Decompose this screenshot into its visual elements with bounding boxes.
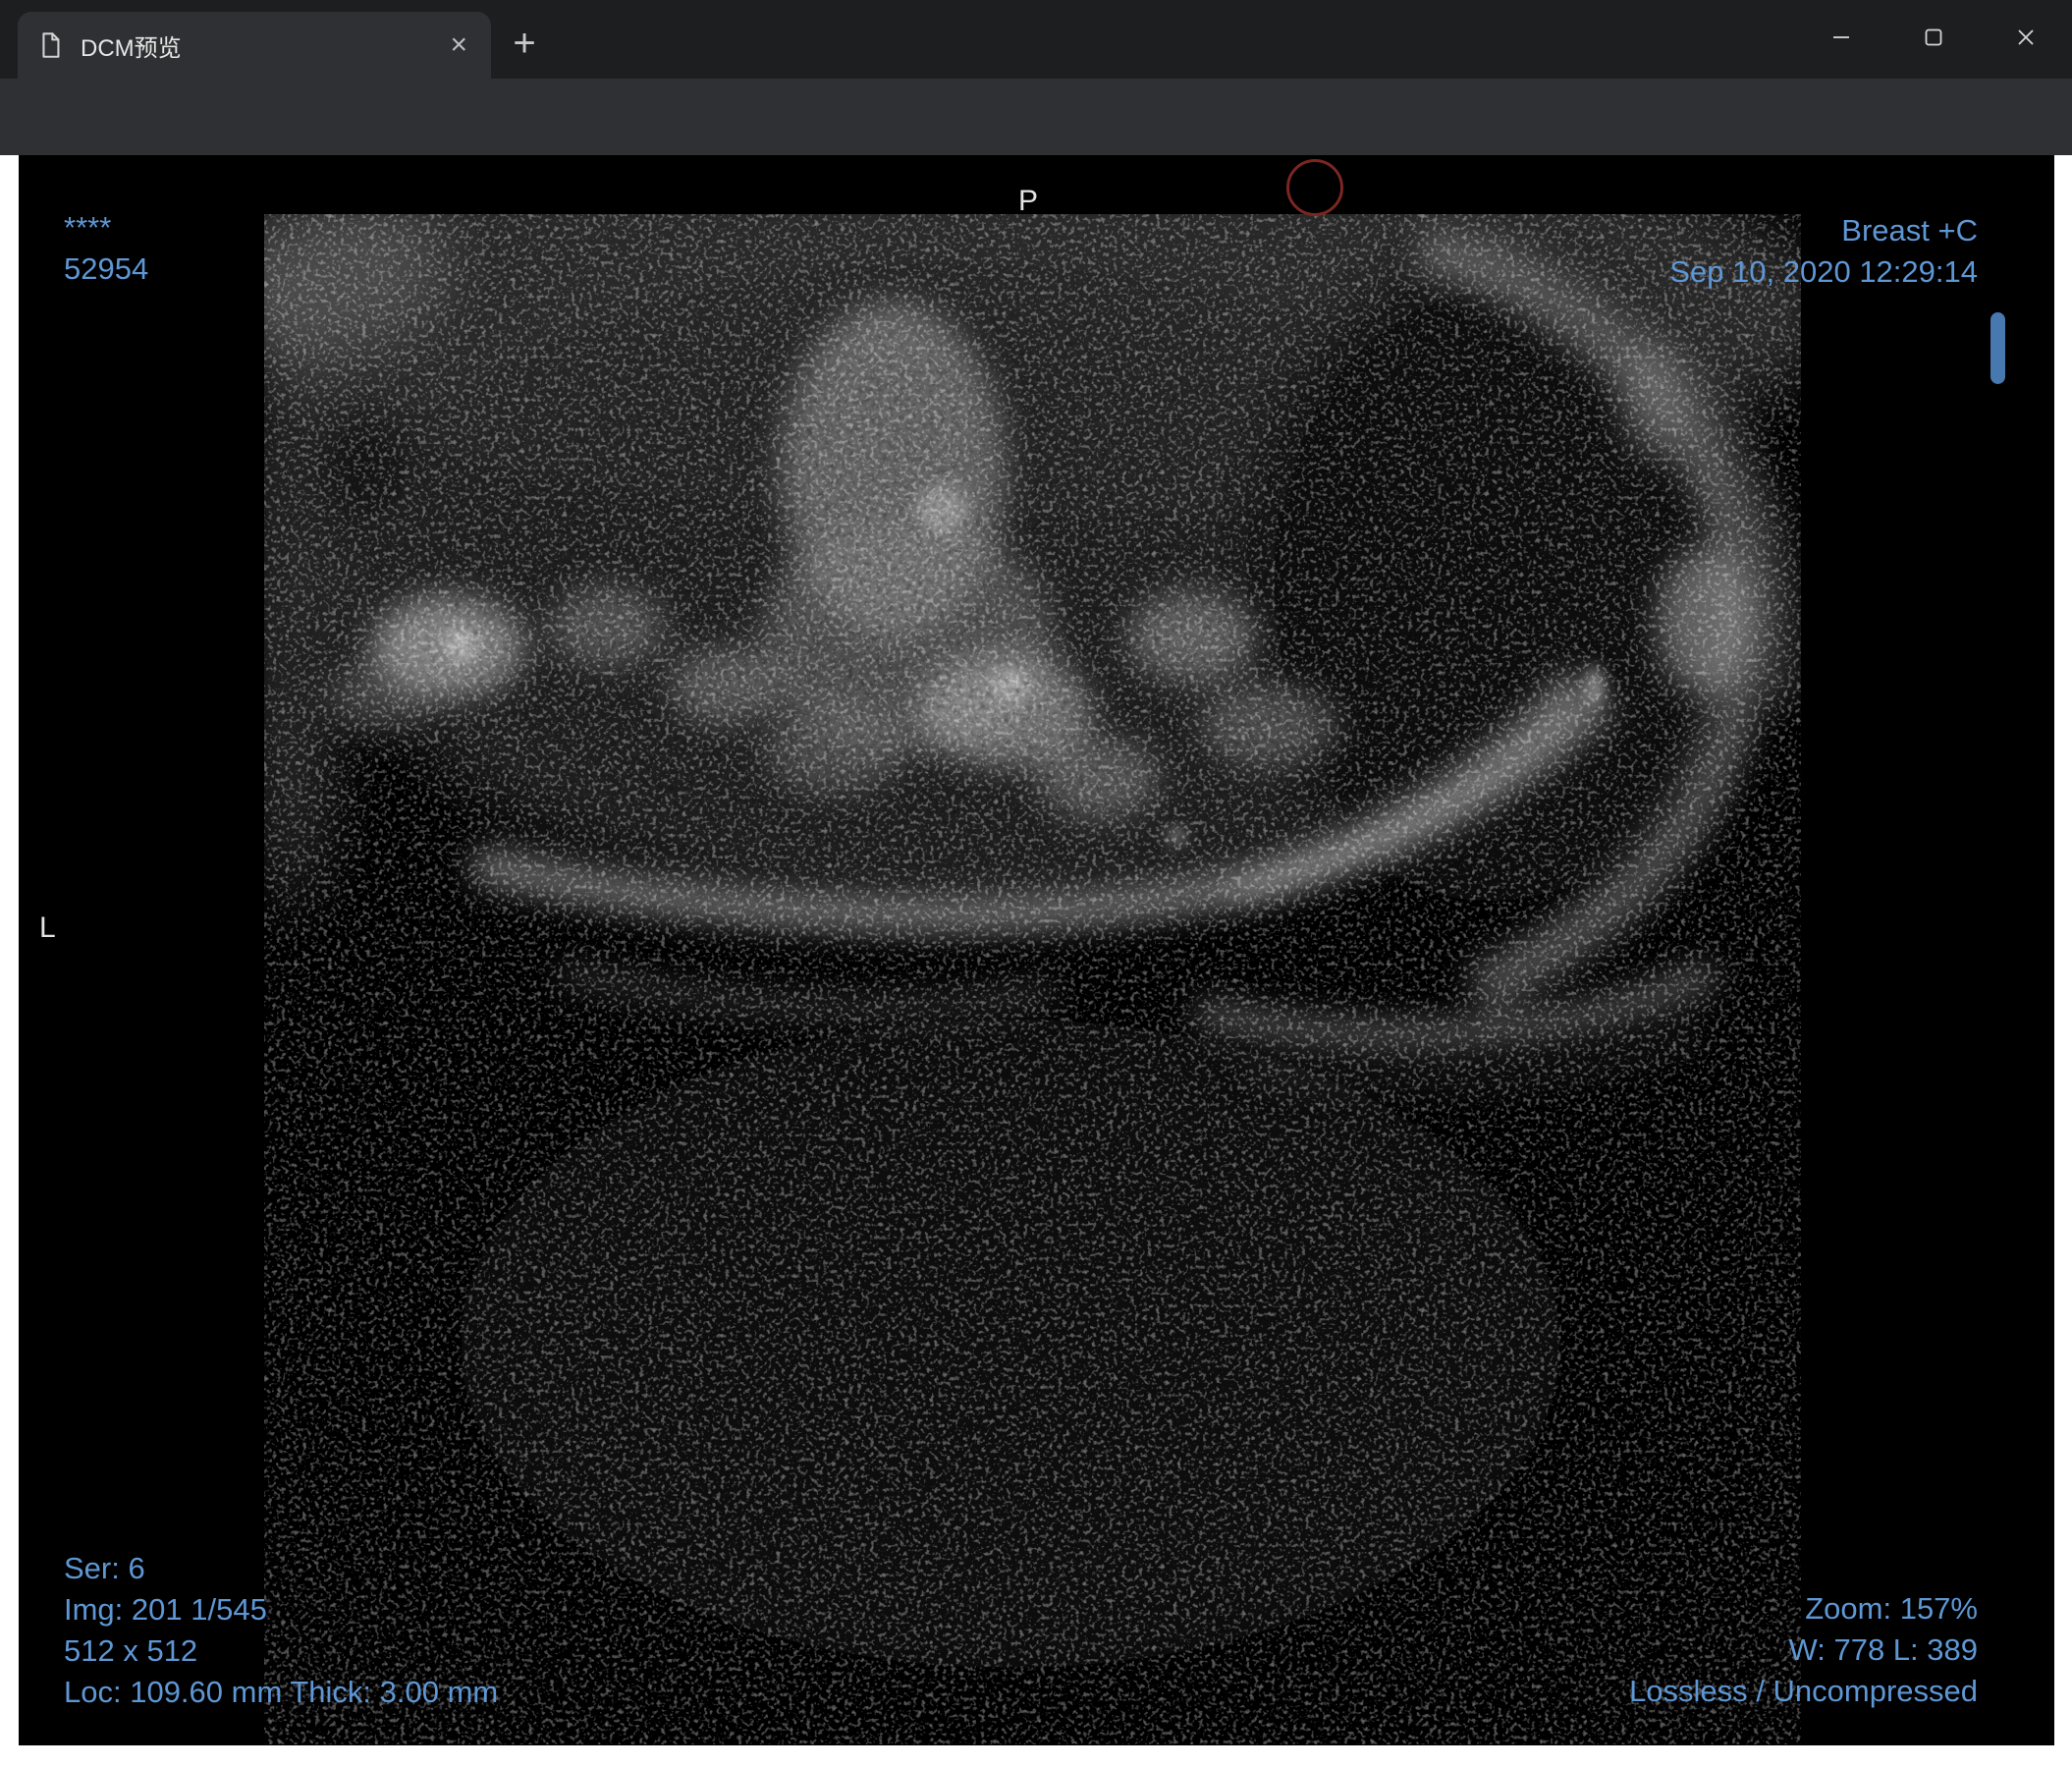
new-tab-button[interactable]: +: [499, 18, 550, 69]
dicom-viewer-canvas[interactable]: **** 52954 Breast +C Sep 10, 2020 12:29:14…: [19, 155, 2054, 1745]
series-info-overlay: Ser: 6 Img: 201 1/545 512 x 512 Loc: 109.60…: [64, 1548, 498, 1713]
window-level: W: 778 L: 389: [1788, 1632, 1978, 1667]
tab-title: DCM预览: [81, 34, 182, 62]
minimize-icon: [1833, 36, 1849, 38]
patient-number: 52954: [64, 251, 149, 286]
image-number: Img: 201 1/545: [64, 1592, 267, 1627]
patient-info-overlay: **** 52954: [64, 207, 148, 290]
zoom-level: Zoom: 157%: [1805, 1591, 1978, 1626]
maximize-icon: [1925, 28, 1942, 46]
web-page: **** 52954 Breast +C Sep 10, 2020 12:29:14…: [0, 155, 2072, 1768]
compression-info: Lossless / Uncompressed: [1629, 1674, 1978, 1708]
image-matrix: 512 x 512: [64, 1633, 198, 1668]
orientation-marker-left: L: [39, 912, 56, 944]
series-number: Ser: 6: [64, 1551, 145, 1585]
study-datetime: Sep 10, 2020 12:29:14: [1669, 254, 1978, 289]
tab-strip: DCM预览 × +: [0, 0, 2072, 79]
tab-close-icon[interactable]: ×: [444, 30, 473, 60]
minimize-button[interactable]: [1795, 0, 1887, 75]
window-controls: [1795, 0, 2072, 75]
mri-image: [264, 214, 1801, 1744]
close-icon: [2018, 29, 2034, 45]
viewer-scrollbar-thumb[interactable]: [1990, 312, 2005, 384]
maximize-button[interactable]: [1887, 0, 1980, 75]
display-info-overlay: Zoom: 157% W: 778 L: 389 Lossless / Uncomp…: [1629, 1588, 1978, 1712]
page-icon: [42, 32, 60, 58]
mri-speckle-layer: [264, 214, 1801, 1744]
orientation-marker-posterior: P: [1018, 185, 1039, 217]
slice-location: Loc: 109.60 mm Thick: 3.00 mm: [64, 1675, 499, 1709]
study-description: Breast +C: [1841, 213, 1978, 248]
study-info-overlay: Breast +C Sep 10, 2020 12:29:14: [1669, 210, 1978, 293]
close-button[interactable]: [1980, 0, 2072, 75]
patient-id-masked: ****: [64, 210, 112, 245]
navigation-bar: https://file.kkview.cn/onlinePreview?url…: [0, 79, 2072, 226]
tab-dcm-preview[interactable]: DCM预览 ×: [18, 12, 491, 79]
annotation-circle: [1286, 159, 1343, 216]
